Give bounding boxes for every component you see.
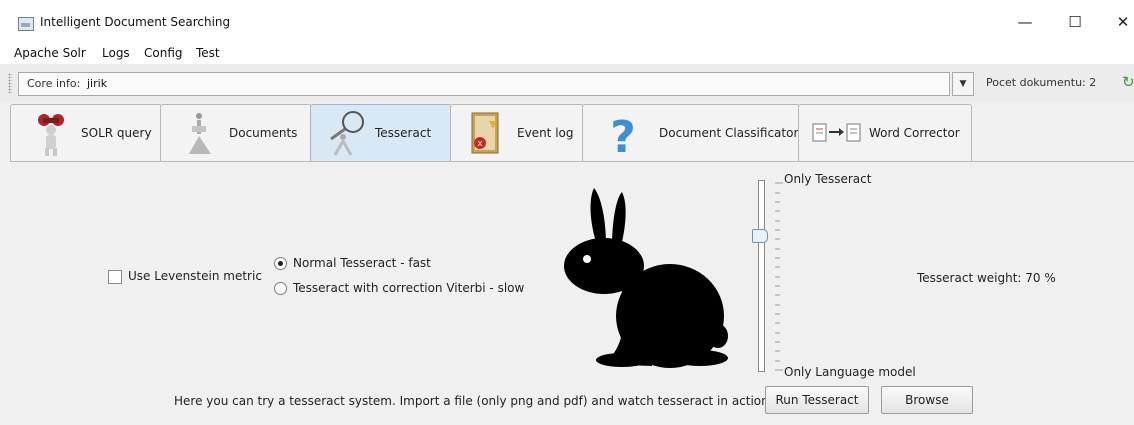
minimize-button[interactable]: — <box>1002 8 1048 36</box>
tab-label: Document Classificator <box>659 126 799 140</box>
tab-label: Documents <box>229 126 298 140</box>
levenstein-label: Use Levenstein metric <box>128 269 262 283</box>
radio-normal-tesseract[interactable]: Normal Tesseract - fast <box>274 256 431 270</box>
magnifier-icon <box>330 111 364 156</box>
slider-thumb[interactable] <box>752 229 768 243</box>
tab-label: SOLR query <box>81 126 152 140</box>
tab-documents[interactable]: Documents <box>160 104 312 161</box>
levenstein-checkbox-row[interactable]: Use Levenstein metric <box>108 269 262 284</box>
radio-button-selected[interactable] <box>274 257 287 270</box>
tab-solr-query[interactable]: SOLR query <box>10 104 162 161</box>
radio-button[interactable] <box>274 282 287 295</box>
maximize-button[interactable]: ☐ <box>1052 8 1098 36</box>
slider-bottom-label: Only Language model <box>784 365 916 379</box>
menu-apache-solr[interactable]: Apache Solr <box>14 46 86 60</box>
menu-logs[interactable]: Logs <box>102 46 130 60</box>
core-toolbar: Core info: jirik ▼ Pocet dokumentu: 2 ↻ <box>0 64 1134 102</box>
menu-test[interactable]: Test <box>196 46 220 60</box>
chevron-down-icon[interactable]: ▼ <box>952 72 974 96</box>
event-log-icon: x <box>471 112 499 154</box>
browse-button[interactable]: Browse <box>881 386 973 414</box>
core-select[interactable]: Core info: jirik <box>18 72 950 96</box>
weight-slider[interactable] <box>758 180 765 372</box>
documents-icon <box>189 113 211 154</box>
info-text: Here you can try a tesseract system. Imp… <box>174 394 773 408</box>
core-label: Core info: <box>27 77 81 90</box>
toolbar-grip-icon[interactable] <box>8 73 12 93</box>
menu-config[interactable]: Config <box>144 46 183 60</box>
binoculars-icon <box>38 114 64 156</box>
menu-bar: Apache Solr Logs Config Test <box>0 44 1134 64</box>
slider-top-label: Only Tesseract <box>784 172 872 186</box>
question-icon: ? <box>610 112 636 158</box>
radio-tesseract-viterbi[interactable]: Tesseract with correction Viterbi - slow <box>274 281 524 295</box>
document-count: Pocet dokumentu: 2 <box>986 76 1097 89</box>
tab-event-log[interactable]: x Event log <box>450 104 584 161</box>
rabbit-image <box>564 188 728 368</box>
tab-label: Tesseract <box>375 126 432 140</box>
radio-label: Normal Tesseract - fast <box>293 256 431 270</box>
app-icon <box>18 17 34 31</box>
tesseract-weight-label: Tesseract weight: 70 % <box>917 271 1056 285</box>
tab-word-corrector[interactable]: Word Corrector <box>798 104 972 161</box>
window-title: Intelligent Document Searching <box>40 15 231 29</box>
word-corrector-icon <box>812 123 861 142</box>
run-tesseract-button[interactable]: Run Tesseract <box>765 386 869 414</box>
close-button[interactable]: ✕ <box>1100 8 1134 36</box>
title-bar: Intelligent Document Searching — ☐ ✕ <box>0 0 1134 44</box>
tab-label: Event log <box>517 126 574 140</box>
svg-text:?: ? <box>610 112 636 158</box>
core-value: jirik <box>87 77 108 90</box>
slider-ticks <box>775 182 783 371</box>
svg-text:x: x <box>477 139 483 149</box>
tab-tesseract[interactable]: Tesseract <box>310 104 452 163</box>
tab-document-classificator[interactable]: ? Document Classificator <box>582 104 800 161</box>
tab-label: Word Corrector <box>869 126 960 140</box>
radio-label: Tesseract with correction Viterbi - slow <box>293 281 525 295</box>
levenstein-checkbox[interactable] <box>108 269 122 284</box>
tab-bar: SOLR query Documents Tesseract x Event l… <box>10 104 1134 163</box>
refresh-icon[interactable]: ↻ <box>1122 73 1134 91</box>
